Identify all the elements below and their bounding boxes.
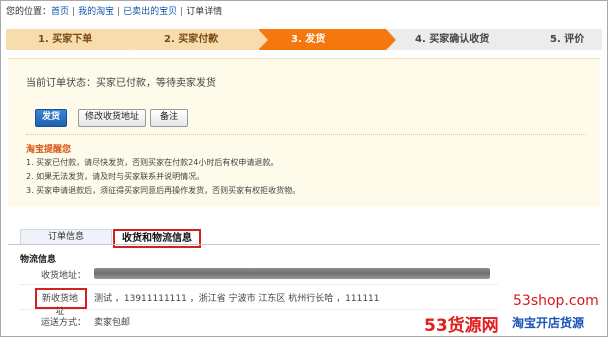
address-label: 收货地址： bbox=[40, 271, 86, 281]
watermark-brand: 53货源网 bbox=[424, 316, 499, 336]
step-ship: 3. 发货 bbox=[259, 29, 396, 50]
breadcrumb-separator: | bbox=[117, 7, 121, 17]
step-label: 2. 买家付款 bbox=[164, 34, 219, 45]
breadcrumb-prefix: 您的位置： bbox=[6, 7, 52, 17]
step-label: 4. 买家确认收货 bbox=[415, 34, 490, 45]
row-separator bbox=[20, 284, 498, 285]
ship-button[interactable]: 发货 bbox=[35, 109, 67, 127]
breadcrumb-my-taobao-link[interactable]: 我的淘宝 bbox=[78, 7, 114, 17]
shipping-method-value: 卖家包邮 bbox=[94, 318, 131, 328]
watermark-slogan: 淘宝开店货源 bbox=[512, 316, 585, 330]
step-arrow-icon bbox=[258, 29, 268, 50]
breadcrumb-current: 订单详情 bbox=[186, 7, 223, 17]
breadcrumb-sold-items-link[interactable]: 已卖出的宝贝 bbox=[123, 7, 177, 17]
breadcrumb-home-link[interactable]: 首页 bbox=[51, 7, 69, 17]
step-label: 1. 买家下单 bbox=[38, 34, 93, 45]
step-arrow-icon bbox=[131, 29, 141, 50]
breadcrumb-separator: | bbox=[72, 7, 76, 17]
step-label: 5. 评价 bbox=[550, 34, 585, 45]
watermark-domain: 53shop.com bbox=[513, 293, 599, 309]
breadcrumb-separator: | bbox=[180, 7, 184, 17]
breadcrumb: 您的位置：首页 | 我的淘宝 | 已卖出的宝贝 | 订单详情 bbox=[6, 4, 222, 20]
modify-address-button[interactable]: 修改收货地址 bbox=[78, 109, 146, 127]
order-progress-steps: 1. 买家下单 2. 买家付款 3. 发货 4. 买家确认收货 5. 评价 bbox=[6, 29, 602, 50]
shipping-method-label: 运送方式： bbox=[40, 318, 86, 328]
step-buyer-pay: 2. 买家付款 bbox=[132, 29, 268, 50]
tabs-divider bbox=[8, 244, 600, 245]
order-status-text: 当前订单状态：买家已付款，等待卖家发货 bbox=[26, 78, 216, 89]
new-address-label: 新收货地址 bbox=[41, 294, 78, 317]
row-separator bbox=[20, 309, 498, 310]
tab-order-info[interactable]: 订单信息 bbox=[20, 229, 112, 245]
memo-button[interactable]: 备注 bbox=[150, 109, 188, 127]
reminder-title: 淘宝提醒您 bbox=[26, 145, 72, 155]
new-address-value: 测试 ，13911111111 ，浙江省 宁波市 江东区 杭州行长哈 ，1111… bbox=[94, 294, 380, 304]
tab-logistics-info[interactable]: 收货和物流信息 bbox=[113, 229, 201, 248]
step-confirm-receipt: 4. 买家确认收货 bbox=[387, 29, 523, 50]
logistics-section-title: 物流信息 bbox=[20, 255, 57, 265]
order-status-panel: 当前订单状态：买家已付款，等待卖家发货 发货 修改收货地址 备注 淘宝提醒您 1… bbox=[8, 58, 600, 207]
step-arrow-icon bbox=[386, 29, 396, 50]
step-arrow-icon bbox=[513, 29, 523, 50]
redacted-address-bar bbox=[94, 268, 490, 279]
reminder-line: 2. 如果无法发货，请及时与买家联系并说明情况。 bbox=[26, 172, 205, 181]
reminder-line: 1. 买家已付款，请尽快发货，否则买家在付款24小时后有权申请退款。 bbox=[26, 158, 279, 167]
step-review: 5. 评价 bbox=[514, 29, 602, 50]
step-label: 3. 发货 bbox=[291, 34, 326, 45]
step-buyer-order: 1. 买家下单 bbox=[6, 29, 141, 50]
divider bbox=[26, 134, 586, 135]
reminder-line: 3. 买家申请退款后，须征得买家同意后再操作发货，否则买家有权拒收货物。 bbox=[26, 186, 301, 195]
